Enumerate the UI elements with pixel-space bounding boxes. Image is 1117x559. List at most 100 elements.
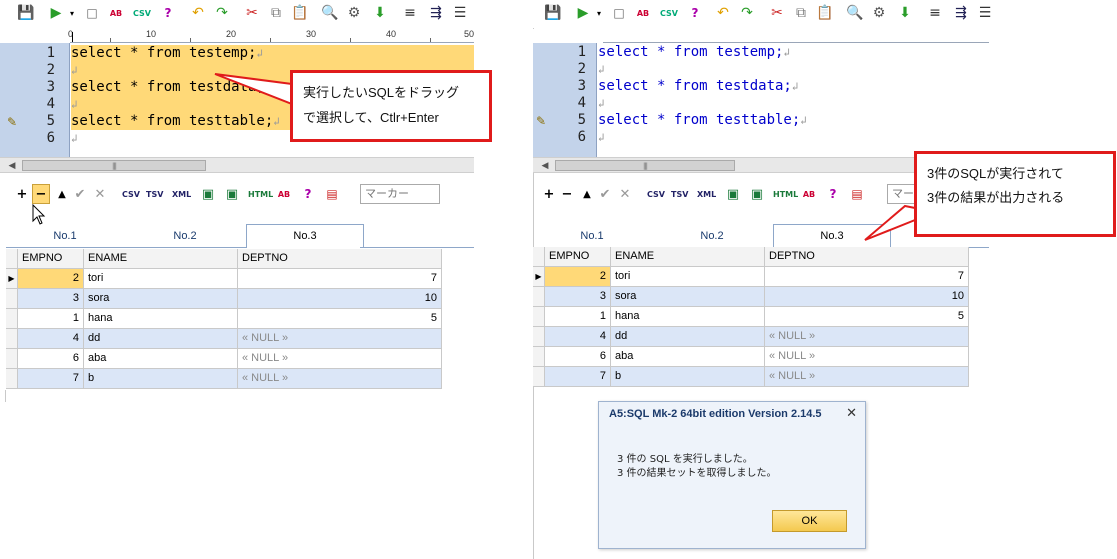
- cell-ename[interactable]: dd: [611, 327, 765, 347]
- csv-icon[interactable]: CSV: [659, 3, 679, 23]
- a2b-icon[interactable]: AB: [633, 3, 653, 23]
- tsv-export-icon[interactable]: TSV: [146, 184, 163, 204]
- scroll-thumb[interactable]: |||: [555, 160, 735, 171]
- ok-button[interactable]: OK: [772, 510, 847, 532]
- close-icon[interactable]: ✕: [846, 406, 857, 421]
- query-grid-icon[interactable]: ?: [300, 184, 316, 204]
- column-header-deptno[interactable]: DEPTNO: [765, 247, 969, 267]
- tab-no3[interactable]: No.3: [246, 224, 364, 248]
- tsv-export-icon[interactable]: TSV: [671, 184, 688, 204]
- scroll-left-icon[interactable]: ◀: [537, 158, 553, 173]
- xml-export-icon[interactable]: XML: [172, 184, 191, 204]
- tab-no3[interactable]: No.3: [773, 224, 891, 248]
- cell-deptno[interactable]: 5: [765, 307, 969, 327]
- csv-export-icon[interactable]: CSV: [647, 184, 665, 204]
- excel-all-icon[interactable]: ▣: [749, 184, 765, 204]
- outdent-icon[interactable]: ☰: [450, 3, 470, 23]
- add-row-icon[interactable]: +: [541, 184, 557, 204]
- cell-deptno[interactable]: « NULL »: [238, 349, 442, 369]
- cell-deptno[interactable]: 5: [238, 309, 442, 329]
- tab-no2[interactable]: No.2: [126, 226, 244, 246]
- save-icon[interactable]: 💾: [543, 3, 563, 23]
- stop-icon[interactable]: □: [82, 3, 102, 23]
- post-icon[interactable]: ✔: [597, 184, 613, 204]
- stop-icon[interactable]: □: [609, 3, 629, 23]
- a2b-icon[interactable]: AB: [106, 3, 126, 23]
- tab-no1[interactable]: No.1: [6, 226, 124, 246]
- paste-icon[interactable]: 📋: [290, 3, 310, 23]
- cell-ename[interactable]: tori: [84, 269, 238, 289]
- undo-icon[interactable]: ↶: [188, 3, 208, 23]
- tab-no1[interactable]: No.1: [533, 226, 651, 246]
- cell-empno[interactable]: 7: [18, 369, 84, 389]
- a2b-grid-icon[interactable]: AB: [801, 184, 817, 204]
- post-icon[interactable]: ✔: [72, 184, 88, 204]
- cell-deptno[interactable]: 7: [238, 269, 442, 289]
- cancel-icon[interactable]: ✕: [617, 184, 633, 204]
- cell-deptno[interactable]: 10: [238, 289, 442, 309]
- add-row-icon[interactable]: +: [14, 184, 30, 204]
- cut-icon[interactable]: ✂: [767, 3, 787, 23]
- cell-deptno[interactable]: 7: [765, 267, 969, 287]
- cell-empno[interactable]: 6: [545, 347, 611, 367]
- column-header-empno[interactable]: EMPNO: [545, 247, 611, 267]
- cell-ename[interactable]: aba: [611, 347, 765, 367]
- a2b-grid-icon[interactable]: AB: [276, 184, 292, 204]
- column-header-deptno[interactable]: DEPTNO: [238, 249, 442, 269]
- format-icon[interactable]: ⬇: [895, 3, 915, 23]
- html-export-icon[interactable]: HTML: [773, 184, 798, 204]
- query-icon[interactable]: ?: [158, 3, 178, 23]
- align-icon[interactable]: ≡: [400, 3, 420, 23]
- cell-empno[interactable]: 4: [18, 329, 84, 349]
- excel-all-icon[interactable]: ▣: [224, 184, 240, 204]
- cell-empno[interactable]: 7: [545, 367, 611, 387]
- query-grid-icon[interactable]: ?: [825, 184, 841, 204]
- run-dropdown-icon[interactable]: ▾: [589, 3, 609, 23]
- align-icon[interactable]: ≡: [925, 3, 945, 23]
- format-icon[interactable]: ⬇: [370, 3, 390, 23]
- cancel-icon[interactable]: ✕: [92, 184, 108, 204]
- paste-icon[interactable]: 📋: [815, 3, 835, 23]
- scroll-left-icon[interactable]: ◀: [4, 158, 20, 173]
- cell-deptno[interactable]: « NULL »: [238, 369, 442, 389]
- move-up-icon[interactable]: ▲: [54, 184, 70, 204]
- csv-export-icon[interactable]: CSV: [122, 184, 140, 204]
- copy-icon[interactable]: ⧉: [791, 3, 811, 23]
- tab-no2[interactable]: No.2: [653, 226, 771, 246]
- find-icon[interactable]: 🔍: [845, 3, 865, 23]
- record-view-icon[interactable]: ▤: [849, 184, 865, 204]
- sql-editor[interactable]: 1 2 3 4 5 6 ✎ select * from testemp;↲ ↲ …: [533, 43, 989, 157]
- cell-empno[interactable]: 3: [545, 287, 611, 307]
- cell-empno[interactable]: 4: [545, 327, 611, 347]
- record-view-icon[interactable]: ▤: [324, 184, 340, 204]
- column-header-empno[interactable]: EMPNO: [18, 249, 84, 269]
- cell-ename[interactable]: dd: [84, 329, 238, 349]
- query-icon[interactable]: ?: [685, 3, 705, 23]
- cell-deptno[interactable]: « NULL »: [238, 329, 442, 349]
- column-header-ename[interactable]: ENAME: [84, 249, 238, 269]
- cell-empno[interactable]: 1: [18, 309, 84, 329]
- copy-icon[interactable]: ⧉: [266, 3, 286, 23]
- find-icon[interactable]: 🔍: [320, 3, 340, 23]
- cell-ename[interactable]: sora: [611, 287, 765, 307]
- cell-empno[interactable]: 2: [545, 267, 611, 287]
- cell-deptno[interactable]: « NULL »: [765, 347, 969, 367]
- excel-icon[interactable]: ▣: [725, 184, 741, 204]
- move-up-icon[interactable]: ▲: [579, 184, 595, 204]
- cell-ename[interactable]: b: [84, 369, 238, 389]
- cell-empno[interactable]: 1: [545, 307, 611, 327]
- delete-row-icon[interactable]: −: [559, 184, 575, 204]
- excel-icon[interactable]: ▣: [200, 184, 216, 204]
- cell-ename[interactable]: b: [611, 367, 765, 387]
- undo-icon[interactable]: ↶: [713, 3, 733, 23]
- cell-empno[interactable]: 6: [18, 349, 84, 369]
- cell-ename[interactable]: hana: [84, 309, 238, 329]
- cell-deptno[interactable]: 10: [765, 287, 969, 307]
- column-header-ename[interactable]: ENAME: [611, 247, 765, 267]
- cell-ename[interactable]: hana: [611, 307, 765, 327]
- xml-export-icon[interactable]: XML: [697, 184, 716, 204]
- save-icon[interactable]: 💾: [16, 3, 36, 23]
- run-dropdown-icon[interactable]: ▾: [62, 3, 82, 23]
- cell-ename[interactable]: sora: [84, 289, 238, 309]
- cell-ename[interactable]: aba: [84, 349, 238, 369]
